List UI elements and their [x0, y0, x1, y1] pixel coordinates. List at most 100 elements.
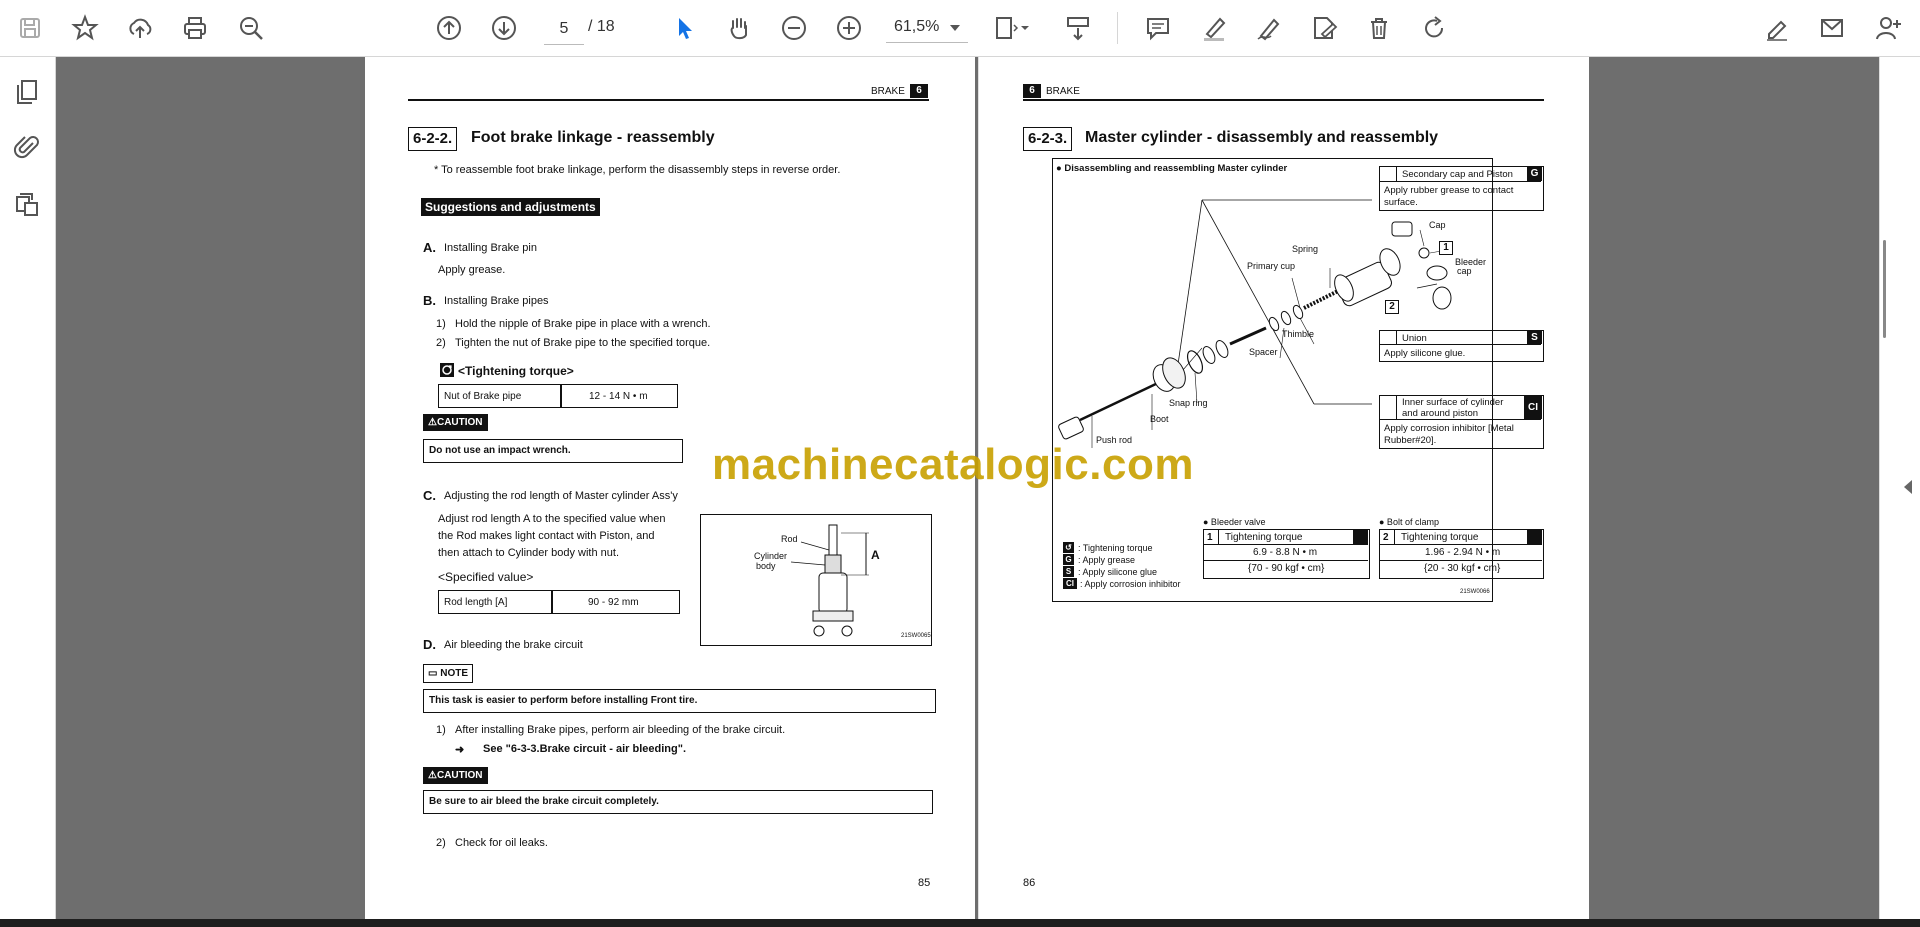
zoom-in-icon[interactable]: [831, 10, 867, 46]
callout-divider: [1380, 419, 1541, 420]
draw-icon[interactable]: [1251, 10, 1287, 46]
reference-link[interactable]: See "6-3-3.Brake circuit - air bleeding"…: [483, 743, 686, 755]
silicone-callout-title: Union: [1402, 333, 1427, 344]
torque-wrench-icon: [440, 363, 454, 377]
upload-cloud-icon[interactable]: [122, 10, 158, 46]
silicone-callout-text: Apply silicone glue.: [1384, 348, 1466, 359]
highlight-pen-icon[interactable]: [1196, 10, 1232, 46]
cylinder-diagram: [790, 524, 869, 637]
step-text: After installing Brake pipes, perform ai…: [455, 724, 786, 736]
toolbar-separator: [1117, 12, 1118, 44]
item-c-text: Adjust rod length A to the specified val…: [438, 513, 666, 525]
caution-text: Be sure to air bleed the brake circuit c…: [429, 796, 659, 807]
section-number: 6-2-2.: [408, 127, 458, 151]
print-icon[interactable]: [177, 10, 213, 46]
page-header-text: BRAKE: [1046, 86, 1080, 97]
clamp-torque-kgf: {20 - 30 kgf • cm}: [1424, 563, 1501, 574]
part-label-bleeder-cap: cap: [1457, 266, 1472, 276]
torque-label: <Tightening torque>: [458, 364, 574, 378]
clamp-heading: ● Bolt of clamp: [1379, 517, 1439, 527]
chevron-down-icon: [950, 25, 960, 31]
specified-value-label: <Specified value>: [438, 570, 534, 584]
table-divider: [1218, 530, 1219, 544]
scroll-mode-icon[interactable]: [1060, 10, 1096, 46]
email-icon[interactable]: [1814, 10, 1850, 46]
comment-icon[interactable]: [1140, 10, 1176, 46]
zoom-select[interactable]: 61,5%: [886, 14, 968, 43]
spec-item: Rod length [A]: [444, 597, 508, 608]
callout-divider: [1380, 181, 1541, 182]
rod-length-figure: [700, 514, 932, 646]
item-a-title: Installing Brake pin: [444, 242, 537, 254]
callout-divider: [1396, 396, 1397, 419]
caution-badge: ⚠CAUTION: [423, 767, 488, 784]
note-text: This task is easier to perform before in…: [429, 695, 698, 706]
star-icon[interactable]: [67, 10, 103, 46]
callout-divider: [1396, 167, 1397, 181]
hand-icon[interactable]: [721, 10, 757, 46]
legend-badge-corrosion: CI: [1063, 578, 1077, 589]
clamp-torque-label: Tightening torque: [1401, 532, 1479, 543]
corrosion-callout-text: Rubber#20].: [1384, 435, 1437, 446]
figure-code: 21SW0066: [1460, 589, 1490, 595]
vertical-scrollbar[interactable]: [1883, 240, 1886, 338]
part-label-primary-cup: Primary cup: [1247, 261, 1296, 271]
figure-label-a: A: [871, 548, 880, 562]
page-thumbnails-icon[interactable]: [10, 75, 44, 109]
zoom-value: 61,5%: [894, 18, 940, 35]
part-label-spacer: Spacer: [1249, 347, 1278, 357]
grease-callout-text: Apply rubber grease to contact: [1384, 185, 1514, 196]
item-b-title: Installing Brake pipes: [444, 295, 549, 307]
table-divider: [1394, 530, 1395, 544]
legend-badge-torque: ↺: [1063, 542, 1074, 553]
page-number: 86: [1023, 877, 1036, 889]
item-letter-c: C.: [423, 488, 436, 503]
page-up-icon[interactable]: [431, 10, 467, 46]
table-divider: [1380, 560, 1542, 561]
save-icon[interactable]: [12, 10, 48, 46]
attachment-icon[interactable]: [10, 130, 44, 164]
step-text: Hold the nipple of Brake pipe in place w…: [455, 318, 711, 330]
table-divider: [1204, 544, 1368, 545]
zoom-out-icon[interactable]: [776, 10, 812, 46]
figure-label-cylinder: Cylinder: [754, 551, 788, 561]
grease-callout-title: Secondary cap and Piston: [1402, 169, 1513, 180]
legend-text: : Apply silicone glue: [1078, 567, 1158, 577]
item-a-text: Apply grease.: [438, 264, 506, 276]
page-down-icon[interactable]: [486, 10, 522, 46]
part-label-spring: Spring: [1292, 244, 1319, 254]
torque-wrench-icon: [1353, 530, 1368, 544]
zoom-search-icon[interactable]: [233, 10, 269, 46]
section-number: 6-2-3.: [1023, 127, 1073, 151]
torque-item: Nut of Brake pipe: [444, 391, 522, 402]
part-label-snap-ring: Snap ring: [1169, 398, 1208, 408]
item-d-title: Air bleeding the brake circuit: [444, 639, 583, 651]
rotate-icon[interactable]: [1416, 10, 1452, 46]
note-label: NOTE: [440, 668, 469, 679]
page-number-input[interactable]: [544, 14, 584, 45]
corrosion-callout-title: and around piston: [1402, 408, 1479, 419]
legend-badge-grease: G: [1063, 554, 1074, 565]
callout-number: 2: [1385, 300, 1399, 314]
step-text: Tighten the nut of Brake pipe to the spe…: [455, 337, 711, 349]
link-sign-icon[interactable]: [1759, 10, 1795, 46]
select-cursor-icon[interactable]: [666, 10, 702, 46]
stamp-icon[interactable]: [1306, 10, 1342, 46]
delete-icon[interactable]: [1361, 10, 1397, 46]
table-divider: [1380, 544, 1542, 545]
chapter-badge: 6: [1023, 84, 1041, 98]
layers-icon[interactable]: [10, 188, 44, 222]
intro-text: * To reassemble foot brake linkage, perf…: [434, 164, 841, 176]
spec-value: 90 - 92 mm: [588, 597, 639, 608]
header-rule: [408, 99, 929, 101]
warning-triangle-icon: ⚠: [428, 417, 437, 428]
bleeder-torque-label: Tightening torque: [1225, 532, 1303, 543]
item-c-title: Adjusting the rod length of Master cylin…: [444, 490, 678, 502]
right-panel-toggle-icon[interactable]: [1904, 480, 1912, 494]
caution-badge: ⚠CAUTION: [423, 414, 488, 431]
add-user-icon[interactable]: [1870, 10, 1906, 46]
corrosion-badge: CI: [1524, 396, 1542, 419]
callout-number: 1: [1439, 241, 1453, 255]
figure-label-rod: Rod: [781, 534, 798, 544]
fit-dropdown-icon[interactable]: [1018, 10, 1032, 46]
